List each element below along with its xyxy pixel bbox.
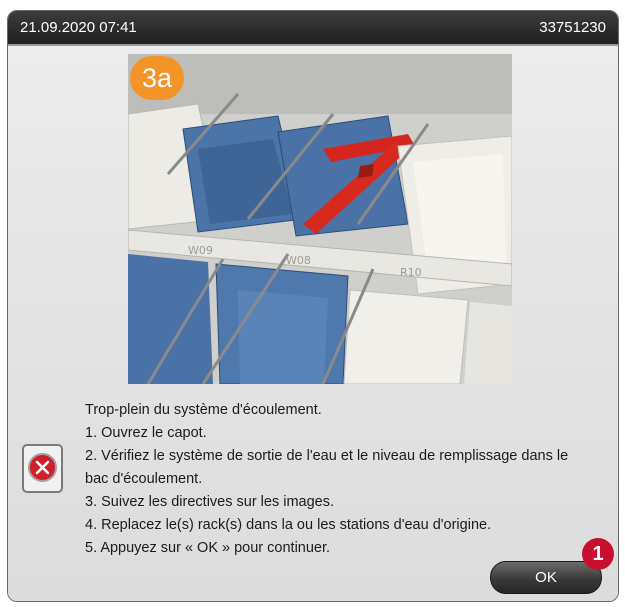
instruction-text: Trop-plein du système d'écoulement. 1. O… bbox=[85, 399, 615, 560]
message-line-step1: 1. Ouvrez le capot. bbox=[85, 425, 207, 441]
message-dialog: 21.09.2020 07:41 33751230 W09 W08 R10 3a… bbox=[7, 10, 619, 602]
error-icon-box bbox=[22, 444, 63, 493]
message-line-step2: 2. Vérifiez le système de sortie de l'ea… bbox=[85, 448, 569, 464]
rack-label-w09: W09 bbox=[188, 244, 213, 257]
rack-label-w08: W08 bbox=[286, 254, 311, 267]
title-device-id: 33751230 bbox=[539, 19, 606, 36]
ok-button[interactable]: OK bbox=[490, 561, 602, 594]
message-line-step3: 3. Suivez les directives sur les images. bbox=[85, 494, 335, 510]
title-datetime: 21.09.2020 07:41 bbox=[20, 19, 137, 36]
title-bar: 21.09.2020 07:41 33751230 bbox=[8, 11, 618, 46]
step-badge: 3a bbox=[130, 56, 184, 100]
message-line-title: Trop-plein du système d'écoulement. bbox=[85, 402, 322, 418]
error-x-icon bbox=[28, 453, 57, 482]
instruction-photo: W09 W08 R10 3a bbox=[128, 54, 512, 384]
water-station-illustration: W09 W08 R10 bbox=[128, 54, 512, 384]
rack-label-r10: R10 bbox=[400, 266, 422, 279]
message-line-step2-cont: bac d'écoulement. bbox=[85, 471, 203, 487]
callout-marker: 1 bbox=[582, 538, 614, 570]
message-line-step5: 5. Appuyez sur « OK » pour continuer. bbox=[85, 540, 331, 556]
message-line-step4: 4. Replacez le(s) rack(s) dans la ou les… bbox=[85, 517, 492, 533]
dialog-content: W09 W08 R10 3a Trop-plein du système d'é… bbox=[8, 46, 618, 601]
